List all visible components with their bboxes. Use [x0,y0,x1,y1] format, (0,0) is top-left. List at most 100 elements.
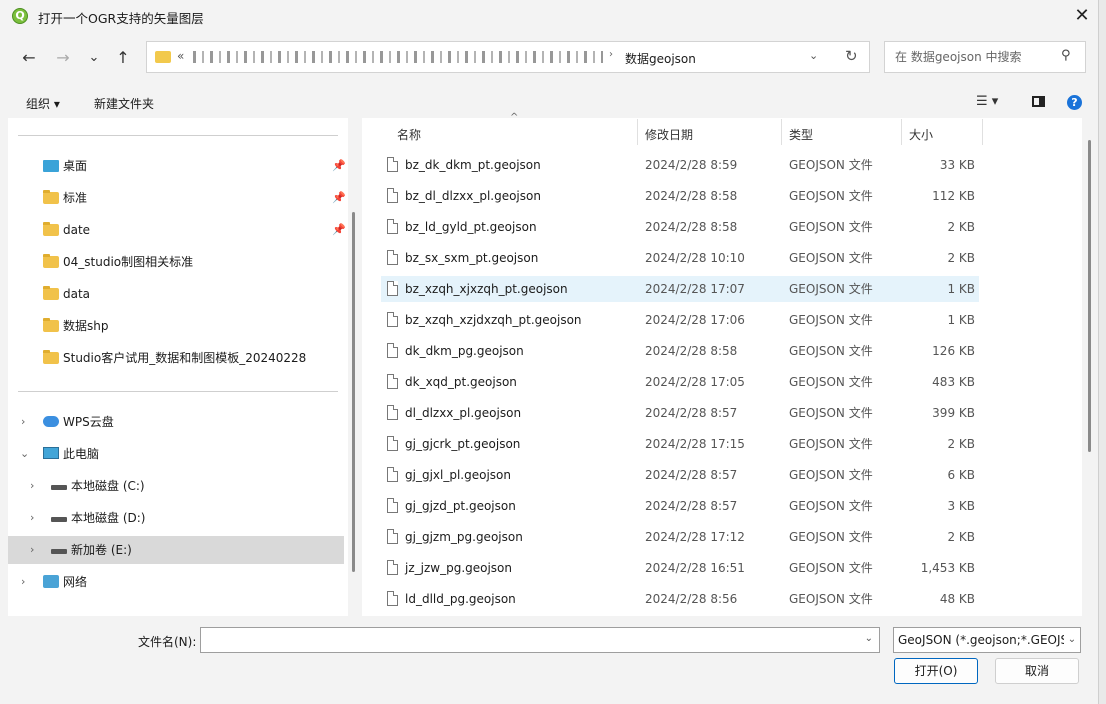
file-size: 483 KB [932,375,975,389]
file-icon [387,405,398,420]
sidebar-item-studio-standards[interactable]: 04_studio制图相关标准 [8,248,344,276]
view-options-icon[interactable]: ☰ ▾ [976,94,998,109]
column-divider[interactable] [781,119,782,145]
folder-icon [43,350,59,364]
column-divider[interactable] [637,119,638,145]
recent-locations-icon[interactable]: ⌄ [81,44,107,72]
redacted-path [193,51,603,63]
overflow-chevron-icon[interactable]: « [177,49,184,63]
file-list-scrollbar[interactable] [1088,140,1091,452]
expand-chevron-icon[interactable]: › [30,504,34,532]
sidebar-item-drive-e[interactable]: › 新加卷 (E:) [8,536,344,564]
column-header-name[interactable]: 名称 [397,126,421,143]
file-modified: 2024/2/28 8:57 [645,499,738,513]
file-icon [387,529,398,544]
breadcrumb-current[interactable]: 数据geojson [625,50,696,67]
organize-menu[interactable]: 组织 ▾ [26,95,60,112]
sidebar-item-drive-d[interactable]: › 本地磁盘 (D:) [8,504,344,532]
sidebar-item-label: 本地磁盘 (D:) [71,511,146,525]
file-icon [387,591,398,606]
close-icon[interactable]: ✕ [1066,0,1098,32]
cancel-button[interactable]: 取消 [995,658,1079,684]
sidebar-item-date[interactable]: date 📌 [8,216,346,244]
sidebar-item-label: date [63,223,91,237]
sidebar-scrollbar[interactable] [352,212,355,572]
file-name: dk_dkm_pg.geojson [405,344,524,358]
file-modified: 2024/2/28 8:59 [645,158,738,172]
sidebar-item-label: 此电脑 [63,447,100,461]
collapse-chevron-icon[interactable]: ⌄ [20,440,29,468]
file-row-hovered[interactable]: bz_xzqh_xjxzqh_pt.geojson 2024/2/28 17:0… [381,276,979,302]
sidebar-item-label: 网络 [63,575,88,589]
column-divider[interactable] [982,119,983,145]
sidebar-item-this-pc[interactable]: ⌄ 此电脑 [8,440,344,468]
chevron-down-icon[interactable]: ⌄ [865,633,873,644]
file-row[interactable]: gj_gjzd_pt.geojson 2024/2/28 8:57 GEOJSO… [381,493,979,519]
up-arrow-icon[interactable]: ↑ [110,44,136,72]
refresh-icon[interactable]: ↻ [845,47,858,65]
open-button[interactable]: 打开(O) [894,658,978,684]
new-folder-button[interactable]: 新建文件夹 [94,95,154,112]
search-box[interactable]: ⚲ [884,41,1086,73]
filename-field[interactable]: ⌄ [200,627,880,653]
sidebar-item-data[interactable]: data [8,280,344,308]
folder-icon [43,254,59,268]
help-icon[interactable]: ? [1067,95,1082,110]
chevron-down-icon[interactable]: ⌄ [1064,628,1080,652]
folder-icon [43,318,59,332]
file-row[interactable]: jz_jzw_pg.geojson 2024/2/28 16:51 GEOJSO… [381,555,979,581]
expand-chevron-icon[interactable]: › [21,568,25,596]
column-header-type[interactable]: 类型 [789,126,813,143]
file-row[interactable]: bz_ld_gyld_pt.geojson 2024/2/28 8:58 GEO… [381,214,979,240]
file-row[interactable]: dk_xqd_pt.geojson 2024/2/28 17:05 GEOJSO… [381,369,979,395]
chevron-down-icon[interactable]: ⌄ [809,49,818,62]
file-row[interactable]: bz_sx_sxm_pt.geojson 2024/2/28 10:10 GEO… [381,245,979,271]
file-row[interactable]: gj_gjxl_pl.geojson 2024/2/28 8:57 GEOJSO… [381,462,979,488]
expand-chevron-icon[interactable]: › [30,472,34,500]
file-name: gj_gjxl_pl.geojson [405,468,511,482]
file-row[interactable]: gj_gjcrk_pt.geojson 2024/2/28 17:15 GEOJ… [381,431,979,457]
pin-icon: 📌 [332,159,346,172]
file-row[interactable]: bz_xzqh_xzjdxzqh_pt.geojson 2024/2/28 17… [381,307,979,333]
address-bar[interactable]: « › 数据geojson ⌄ ↻ [146,41,870,73]
file-type-filter[interactable]: GeoJSON (*.geojson;*.GEOJSON) ⌄ [893,627,1081,653]
drive-icon [51,485,67,490]
folder-icon [43,190,59,204]
file-row[interactable]: ld_dlld_pg.geojson 2024/2/28 8:56 GEOJSO… [381,586,979,612]
expand-chevron-icon[interactable]: › [30,536,34,564]
file-type: GEOJSON 文件 [789,189,873,203]
file-row[interactable]: dl_dlzxx_pl.geojson 2024/2/28 8:57 GEOJS… [381,400,979,426]
expand-chevron-icon[interactable]: › [21,408,25,436]
file-type: GEOJSON 文件 [789,282,873,296]
file-type: GEOJSON 文件 [789,561,873,575]
search-input[interactable] [893,49,1057,65]
sidebar-item-desktop[interactable]: 桌面 📌 [8,152,346,180]
column-header-size[interactable]: 大小 [909,126,933,143]
file-name: bz_xzqh_xjxzqh_pt.geojson [405,282,568,296]
file-size: 33 KB [939,158,975,172]
file-row[interactable]: bz_dk_dkm_pt.geojson 2024/2/28 8:59 GEOJ… [381,152,979,178]
sidebar-item-wps-cloud[interactable]: › WPS云盘 [8,408,344,436]
sidebar-item-studio-trial[interactable]: Studio客户试用_数据和制图模板_20240228 [8,344,344,372]
sidebar-item-drive-c[interactable]: › 本地磁盘 (C:) [8,472,344,500]
sidebar-item-label: 本地磁盘 (C:) [71,479,145,493]
file-row[interactable]: bz_dl_dlzxx_pl.geojson 2024/2/28 8:58 GE… [381,183,979,209]
navigation-pane[interactable]: 桌面 📌 标准 📌 date 📌 04_studio制图相关标准 data 数据… [8,118,348,616]
sidebar-item-standard[interactable]: 标准 📌 [8,184,346,212]
file-icon [387,312,398,327]
file-size: 6 KB [947,468,975,482]
back-arrow-icon[interactable]: ← [16,44,42,72]
file-name: gj_gjzm_pg.geojson [405,530,523,544]
file-row[interactable]: gj_gjzm_pg.geojson 2024/2/28 17:12 GEOJS… [381,524,979,550]
sidebar-item-network[interactable]: › 网络 [8,568,344,596]
sidebar-item-shp[interactable]: 数据shp [8,312,344,340]
file-type: GEOJSON 文件 [789,313,873,327]
search-icon[interactable]: ⚲ [1061,48,1071,63]
column-divider[interactable] [901,119,902,145]
file-row[interactable]: dk_dkm_pg.geojson 2024/2/28 8:58 GEOJSON… [381,338,979,364]
forward-arrow-icon[interactable]: → [50,44,76,72]
preview-pane-icon[interactable] [1032,96,1045,107]
breadcrumb-separator-icon: › [609,49,613,60]
column-header-modified[interactable]: 修改日期 [645,126,693,143]
sidebar-item-label: 数据shp [63,319,109,333]
